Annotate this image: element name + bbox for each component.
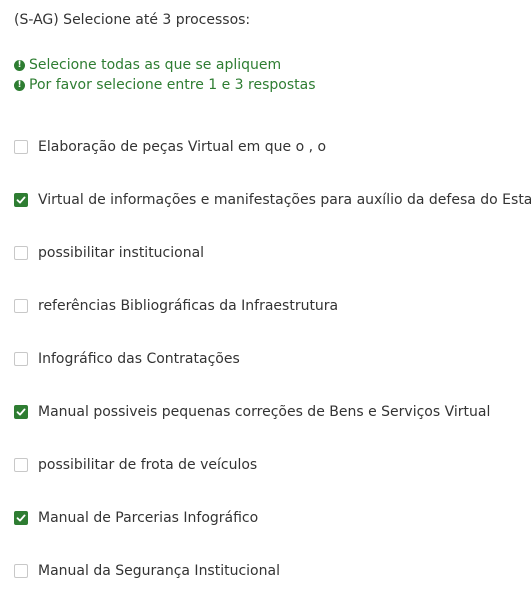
checkbox-checked[interactable] — [14, 405, 28, 419]
option-label: referências Bibliográficas da Infraestru… — [38, 298, 339, 314]
tip-text: Por favor selecione entre 1 e 3 resposta… — [29, 77, 316, 93]
option-label: Elaboração de peças Virtual em que o , o — [38, 139, 327, 155]
checkbox-unchecked[interactable] — [14, 352, 28, 366]
option-item[interactable]: Elaboração de peças Virtual em que o , o — [14, 137, 326, 157]
checkbox-unchecked[interactable] — [14, 458, 28, 472]
exclamation-circle-icon: ! — [14, 79, 25, 91]
option-label: Manual possiveis pequenas correções de B… — [38, 404, 491, 420]
question-text: (S-AG) Selecione até 3 processos: — [14, 12, 251, 28]
checkbox-checked[interactable] — [14, 193, 28, 207]
checkbox-unchecked[interactable] — [14, 246, 28, 260]
option-item[interactable]: Manual da Segurança Institucional — [14, 561, 280, 581]
option-item[interactable]: Manual possiveis pequenas correções de B… — [14, 402, 490, 422]
option-item[interactable]: possibilitar institucional — [14, 243, 204, 263]
checkbox-unchecked[interactable] — [14, 299, 28, 313]
option-label: Manual da Segurança Institucional — [38, 563, 280, 579]
checkmark-icon — [16, 196, 26, 204]
checkbox-unchecked[interactable] — [14, 564, 28, 578]
tip-select-range: ! Por favor selecione entre 1 e 3 respos… — [14, 77, 316, 93]
option-label: Infográfico das Contratações — [38, 351, 240, 367]
option-label: Manual de Parcerias Infográfico — [38, 510, 259, 526]
option-item[interactable]: possibilitar de frota de veículos — [14, 455, 257, 475]
checkmark-icon — [16, 514, 26, 522]
option-item[interactable]: Manual de Parcerias Infográfico — [14, 508, 258, 528]
option-label: possibilitar institucional — [38, 245, 205, 261]
checkmark-icon — [16, 408, 26, 416]
option-item[interactable]: Virtual de informações e manifestações p… — [14, 190, 531, 210]
tip-text: Selecione todas as que se apliquem — [29, 57, 282, 73]
option-label: possibilitar de frota de veículos — [38, 457, 258, 473]
option-label: Virtual de informações e manifestações p… — [38, 192, 531, 208]
exclamation-circle-icon: ! — [14, 59, 25, 71]
checkbox-checked[interactable] — [14, 511, 28, 525]
tip-select-all: ! Selecione todas as que se apliquem — [14, 57, 281, 73]
option-item[interactable]: referências Bibliográficas da Infraestru… — [14, 296, 338, 316]
checkbox-unchecked[interactable] — [14, 140, 28, 154]
option-item[interactable]: Infográfico das Contratações — [14, 349, 240, 369]
